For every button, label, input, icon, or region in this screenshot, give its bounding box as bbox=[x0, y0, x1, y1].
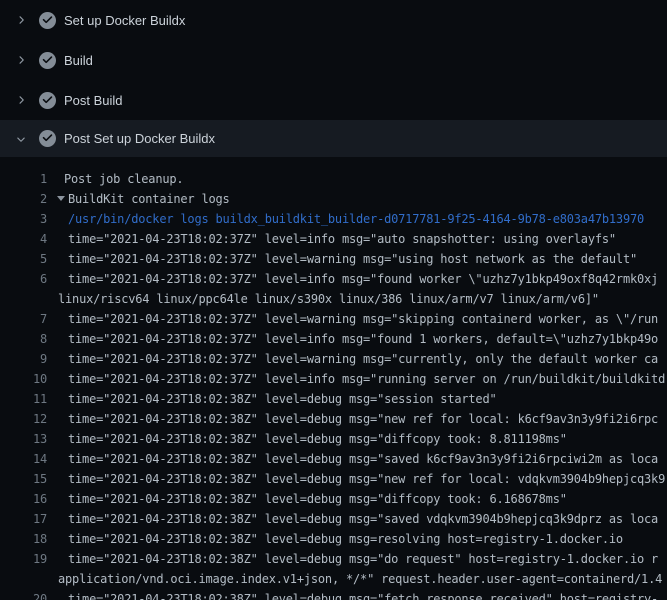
log-text: application/vnd.oci.image.index.v1+json,… bbox=[47, 569, 667, 589]
line-number[interactable]: 8 bbox=[0, 329, 47, 349]
log-text: time="2021-04-23T18:02:37Z" level=warnin… bbox=[47, 249, 667, 269]
log-line: 3/usr/bin/docker logs buildx_buildkit_bu… bbox=[0, 209, 667, 229]
log-line: 17time="2021-04-23T18:02:38Z" level=debu… bbox=[0, 509, 667, 529]
log-line: 20time="2021-04-23T18:02:38Z" level=debu… bbox=[0, 589, 667, 600]
log-line: linux/riscv64 linux/ppc64le linux/s390x … bbox=[0, 289, 667, 309]
line-number[interactable]: 4 bbox=[0, 229, 47, 249]
check-circle-icon bbox=[39, 12, 56, 29]
log-text: time="2021-04-23T18:02:38Z" level=debug … bbox=[47, 489, 667, 509]
log-group-header[interactable]: BuildKit container logs bbox=[47, 189, 667, 209]
log-text: time="2021-04-23T18:02:38Z" level=debug … bbox=[47, 429, 667, 449]
log-text: time="2021-04-23T18:02:37Z" level=warnin… bbox=[47, 309, 667, 329]
line-number[interactable]: 11 bbox=[0, 389, 47, 409]
line-number[interactable]: 20 bbox=[0, 589, 47, 600]
log-text: Post job cleanup. bbox=[47, 169, 667, 189]
log-text: time="2021-04-23T18:02:38Z" level=debug … bbox=[47, 509, 667, 529]
chevron-down-icon bbox=[13, 131, 29, 147]
log-line: 4time="2021-04-23T18:02:37Z" level=info … bbox=[0, 229, 667, 249]
log-line: application/vnd.oci.image.index.v1+json,… bbox=[0, 569, 667, 589]
workflow-log-viewer: Set up Docker Buildx Build Post Build Post … bbox=[0, 0, 667, 600]
line-number[interactable]: 10 bbox=[0, 369, 47, 389]
chevron-right-icon bbox=[13, 92, 29, 108]
log-text: time="2021-04-23T18:02:38Z" level=debug … bbox=[47, 389, 667, 409]
log-line: 19time="2021-04-23T18:02:38Z" level=debu… bbox=[0, 549, 667, 569]
line-number[interactable]: 1 bbox=[0, 169, 47, 189]
line-number[interactable]: 13 bbox=[0, 429, 47, 449]
triangle-down-icon bbox=[57, 196, 65, 201]
chevron-right-icon bbox=[13, 12, 29, 28]
log-line: 8time="2021-04-23T18:02:37Z" level=info … bbox=[0, 329, 667, 349]
line-number[interactable]: 9 bbox=[0, 349, 47, 369]
line-number[interactable]: 3 bbox=[0, 209, 47, 229]
step-label: Post Build bbox=[64, 93, 123, 108]
log-line: 6time="2021-04-23T18:02:37Z" level=info … bbox=[0, 269, 667, 289]
line-number bbox=[0, 289, 47, 309]
line-number[interactable]: 19 bbox=[0, 549, 47, 569]
log-area: 1Post job cleanup.2 BuildKit container lo… bbox=[0, 157, 667, 600]
log-text: linux/riscv64 linux/ppc64le linux/s390x … bbox=[47, 289, 667, 309]
log-text: time="2021-04-23T18:02:37Z" level=info m… bbox=[47, 369, 667, 389]
step-label: Build bbox=[64, 53, 93, 68]
log-text: time="2021-04-23T18:02:38Z" level=debug … bbox=[47, 589, 667, 600]
log-line: 11time="2021-04-23T18:02:38Z" level=debu… bbox=[0, 389, 667, 409]
log-text: time="2021-04-23T18:02:38Z" level=debug … bbox=[47, 449, 667, 469]
log-line: 10time="2021-04-23T18:02:37Z" level=info… bbox=[0, 369, 667, 389]
log-line: 7time="2021-04-23T18:02:37Z" level=warni… bbox=[0, 309, 667, 329]
log-line: 18time="2021-04-23T18:02:38Z" level=debu… bbox=[0, 529, 667, 549]
check-circle-icon bbox=[39, 92, 56, 109]
log-line: 2 BuildKit container logs bbox=[0, 189, 667, 209]
log-line: 15time="2021-04-23T18:02:38Z" level=debu… bbox=[0, 469, 667, 489]
line-number[interactable]: 12 bbox=[0, 409, 47, 429]
check-circle-icon bbox=[39, 52, 56, 69]
log-text: time="2021-04-23T18:02:37Z" level=info m… bbox=[47, 269, 667, 289]
log-line: 13time="2021-04-23T18:02:38Z" level=debu… bbox=[0, 429, 667, 449]
step-label: Post Set up Docker Buildx bbox=[64, 131, 215, 146]
line-number bbox=[0, 569, 47, 589]
group-title: BuildKit container logs bbox=[68, 192, 230, 206]
line-number[interactable]: 7 bbox=[0, 309, 47, 329]
check-circle-icon bbox=[39, 130, 56, 147]
command-text: /usr/bin/docker logs buildx_buildkit_bui… bbox=[47, 209, 667, 229]
line-number[interactable]: 14 bbox=[0, 449, 47, 469]
log-text: time="2021-04-23T18:02:38Z" level=debug … bbox=[47, 529, 667, 549]
log-text: time="2021-04-23T18:02:38Z" level=debug … bbox=[47, 469, 667, 489]
log-text: time="2021-04-23T18:02:38Z" level=debug … bbox=[47, 549, 667, 569]
log-line: 14time="2021-04-23T18:02:38Z" level=debu… bbox=[0, 449, 667, 469]
log-line: 9time="2021-04-23T18:02:37Z" level=warni… bbox=[0, 349, 667, 369]
line-number[interactable]: 6 bbox=[0, 269, 47, 289]
log-line: 1Post job cleanup. bbox=[0, 169, 667, 189]
log-line: 12time="2021-04-23T18:02:38Z" level=debu… bbox=[0, 409, 667, 429]
line-number[interactable]: 2 bbox=[0, 189, 47, 209]
log-line: 16time="2021-04-23T18:02:38Z" level=debu… bbox=[0, 489, 667, 509]
line-number[interactable]: 18 bbox=[0, 529, 47, 549]
log-text: time="2021-04-23T18:02:37Z" level=warnin… bbox=[47, 349, 667, 369]
step-header-build[interactable]: Build bbox=[0, 40, 667, 80]
step-header-set-up-docker-buildx[interactable]: Set up Docker Buildx bbox=[0, 0, 667, 40]
step-header-post-set-up-docker-buildx[interactable]: Post Set up Docker Buildx bbox=[0, 120, 667, 157]
step-header-post-build[interactable]: Post Build bbox=[0, 80, 667, 120]
step-list: Set up Docker Buildx Build Post Build Post … bbox=[0, 0, 667, 157]
log-text: time="2021-04-23T18:02:37Z" level=info m… bbox=[47, 229, 667, 249]
line-number[interactable]: 5 bbox=[0, 249, 47, 269]
line-number[interactable]: 15 bbox=[0, 469, 47, 489]
step-label: Set up Docker Buildx bbox=[64, 13, 185, 28]
log-line: 5time="2021-04-23T18:02:37Z" level=warni… bbox=[0, 249, 667, 269]
chevron-right-icon bbox=[13, 52, 29, 68]
log-text: time="2021-04-23T18:02:37Z" level=info m… bbox=[47, 329, 667, 349]
line-number[interactable]: 17 bbox=[0, 509, 47, 529]
log-text: time="2021-04-23T18:02:38Z" level=debug … bbox=[47, 409, 667, 429]
line-number[interactable]: 16 bbox=[0, 489, 47, 509]
